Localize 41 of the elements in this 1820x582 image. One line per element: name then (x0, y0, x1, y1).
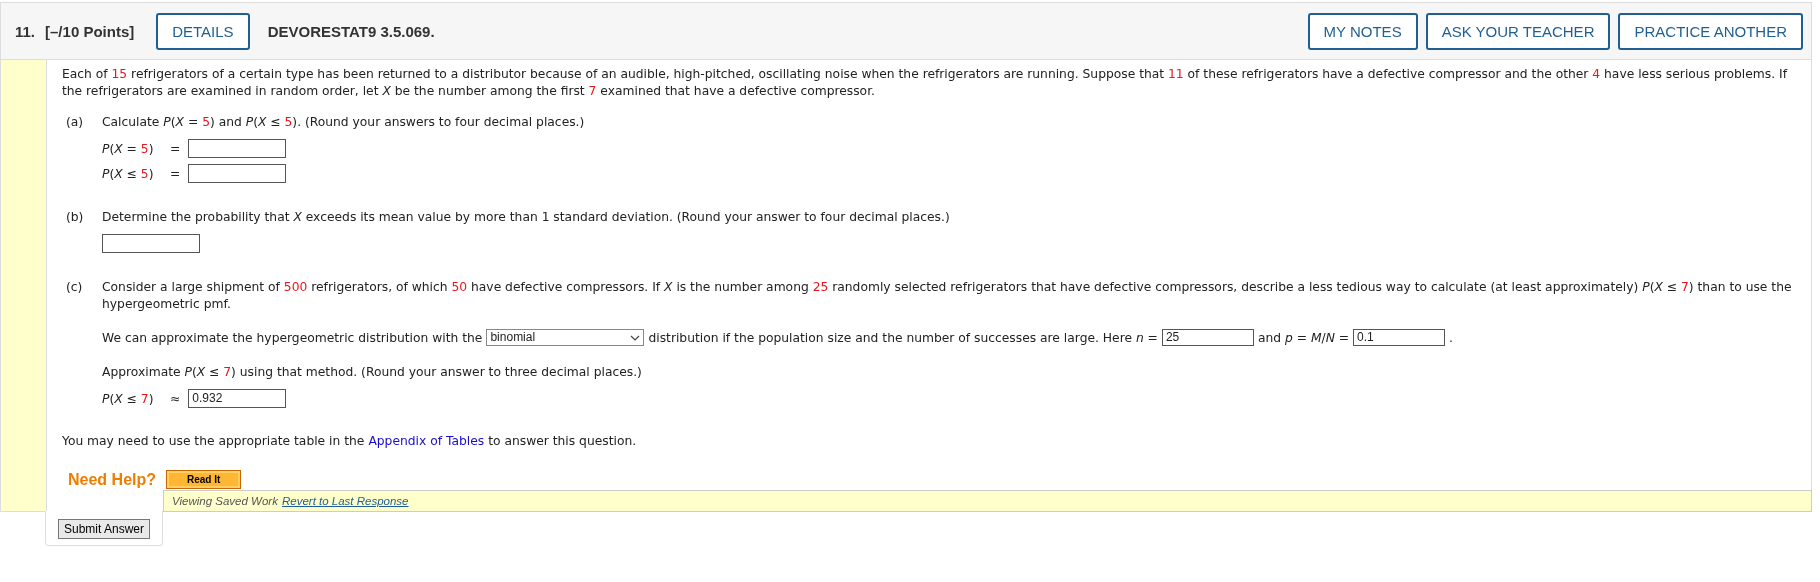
points-label: [–/10 Points] (45, 22, 135, 40)
question-text: . (1449, 330, 1453, 345)
question-text: to answer this question. (488, 434, 637, 448)
part-label: (a) (66, 114, 85, 131)
answer-field[interactable]: 0.1 (1353, 329, 1446, 346)
details-button[interactable]: DETAILS (156, 12, 250, 50)
status-text: Viewing Saved Work (172, 495, 278, 507)
appendix-link[interactable]: Appendix of Tables (368, 434, 485, 448)
question-text: Determine the probability that X exceeds its mean value by more than 1 standard deviation. (Round your answer to four decimal places.) (102, 209, 950, 226)
header-button[interactable]: PRACTICE ANOTHER (1618, 12, 1803, 50)
question-text: Consider a large shipment of 500 refrigerators, of which 50 have defective compressors. If X is the number among 25 randomly selected refrigerators that have defective compressors, describe a less tedious way to calculate (at least approximately) P(X ≤ 7) than to use the hypergeometric pmf. (102, 279, 1793, 313)
answer-field[interactable]: 0.932 (188, 389, 287, 408)
part-label: (c) (66, 279, 84, 296)
answer-field[interactable] (102, 234, 200, 253)
question-number: 11. (15, 22, 36, 40)
distribution-dropdown[interactable]: binomial (486, 329, 645, 346)
question-text: distribution if the population size and the number of successes are large. Here n = (648, 330, 1158, 345)
caret-icon (630, 334, 641, 341)
question-text: Approximate P(X ≤ 7) using that method. (Round your answer to three decimal places.) (102, 364, 643, 381)
operator-sign: = (170, 141, 181, 156)
problem-code: DEVORESTAT9 3.5.069. (267, 22, 435, 40)
math-expression: P(X ≤ 7) (102, 391, 155, 406)
operator-sign: = (170, 166, 181, 181)
math-expression: P(X ≤ 5) (102, 166, 155, 181)
answer-field[interactable] (188, 164, 287, 183)
revert-link[interactable]: Revert to Last Response (281, 495, 409, 507)
read-it-button[interactable]: Read It (166, 470, 242, 489)
question-text: We can approximate the hypergeometric distribution with the (102, 330, 483, 345)
answer-field[interactable] (188, 139, 287, 158)
submit-button[interactable]: Submit Answer (58, 519, 151, 539)
question-text: You may need to use the appropriate table in the (62, 434, 365, 448)
header-button[interactable]: MY NOTES (1307, 12, 1418, 50)
answer-field[interactable]: 25 (1161, 329, 1254, 346)
question-text: Each of 15 refrigerators of a certain type has been returned to a distributor because of an audible, high-pitched, oscillating noise when the refrigerators are running. Suppose that 11 of these refrigerators have a defective compressor and the other 4 have less serious problems. If the refrigerators are examined in random order, let X be the number among the first 7 examined that have a defective compressor. (62, 66, 1789, 100)
help-label: Need Help? (68, 470, 156, 489)
question-text: and p = M/N = (1257, 330, 1350, 345)
operator-sign: ≈ (170, 391, 181, 406)
header-button[interactable]: ASK YOUR TEACHER (1425, 12, 1611, 50)
part-label: (b) (66, 209, 85, 226)
math-expression: P(X = 5) (102, 141, 155, 156)
question-text: Calculate P(X = 5) and P(X ≤ 5). (Round your answers to four decimal places.) (102, 114, 585, 131)
